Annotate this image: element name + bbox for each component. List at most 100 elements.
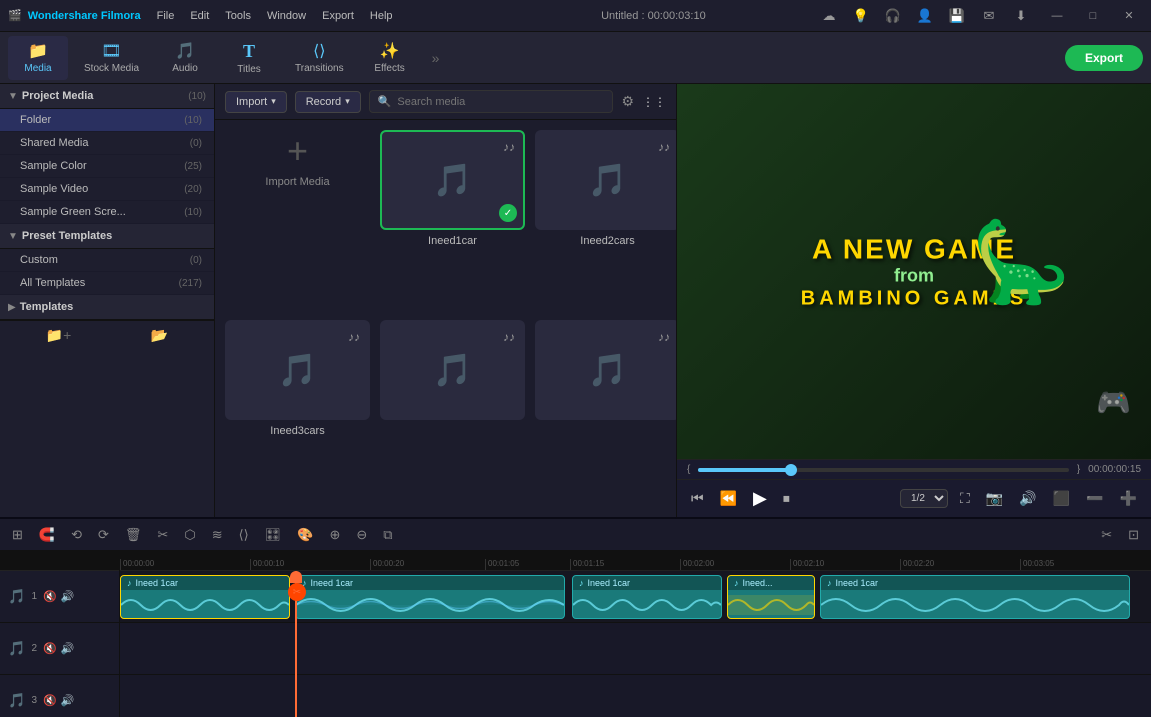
media-thumb-ineed1car[interactable]: ♪♪ 🎵 ✓ — [380, 130, 525, 230]
timeline-crop[interactable]: ⬡ — [180, 525, 199, 545]
track-volume-2[interactable]: 🔊 — [61, 642, 75, 655]
grid-view-icon[interactable]: ⋮⋮ — [642, 95, 666, 109]
zoom-out-icon[interactable]: ➖ — [1082, 488, 1107, 509]
tracks-area: ✂ ♪ Ineed 1car — [120, 571, 1151, 717]
add-folder-button[interactable]: 📁+ — [46, 327, 72, 344]
playhead[interactable]: ✂ — [295, 571, 297, 717]
timeline-transition[interactable]: ⟨⟩ — [235, 525, 253, 545]
prev-frame-button[interactable]: ⏮ — [687, 488, 708, 509]
progress-bar[interactable] — [698, 468, 1068, 472]
toolbar-audio[interactable]: 🎵 Audio — [155, 36, 215, 80]
media-thumb-4[interactable]: ♪♪ 🎵 — [380, 320, 525, 420]
import-button[interactable]: Import ▾ — [225, 91, 287, 113]
project-media-section: ▼ Project Media (10) Folder (10) Shared … — [0, 84, 214, 224]
clip-wave-1 — [121, 590, 289, 619]
audio-clip-4[interactable]: ♪ Ineed... — [727, 575, 815, 619]
toolbar-effects[interactable]: ✨ Effects — [360, 36, 420, 80]
timeline-audio-mixer[interactable]: 🎛 — [261, 525, 286, 545]
menu-file[interactable]: File — [157, 10, 175, 22]
mail-icon[interactable]: ✉ — [979, 6, 999, 26]
menu-help[interactable]: Help — [370, 10, 393, 22]
timeline-scissors-tool[interactable]: ✂ — [1097, 525, 1116, 545]
menu-tools[interactable]: Tools — [225, 10, 251, 22]
audio-clip-3[interactable]: ♪ Ineed 1car — [572, 575, 722, 619]
account-icon[interactable]: 👤 — [915, 6, 935, 26]
timeline-add-track[interactable]: ⊞ — [8, 525, 27, 545]
clip-name-3: Ineed 1car — [588, 578, 631, 588]
timeline-fit[interactable]: ⧉ — [379, 525, 396, 545]
bulb-icon[interactable]: 💡 — [851, 6, 871, 26]
track-mute-3[interactable]: 🔇 — [43, 694, 57, 707]
track-mute-1[interactable]: 🔇 — [43, 590, 57, 603]
maximize-button[interactable]: □ — [1079, 6, 1107, 26]
render-icon[interactable]: ⬛ — [1049, 488, 1074, 509]
volume-icon[interactable]: 🔊 — [1015, 488, 1040, 509]
templates-header[interactable]: ▶ Templates — [0, 295, 214, 320]
filter-icon[interactable]: ⚙ — [621, 93, 634, 110]
panel-item-all-templates[interactable]: All Templates (217) — [0, 272, 214, 295]
folder-icon[interactable]: 📂 — [151, 327, 168, 344]
project-media-header[interactable]: ▼ Project Media (10) — [0, 84, 214, 109]
panel-item-sample-color[interactable]: Sample Color (25) — [0, 155, 214, 178]
track-icons-1: 🔇 🔊 — [43, 590, 74, 603]
audio-clip-1[interactable]: ♪ Ineed 1car — [120, 575, 290, 619]
timeline-redo[interactable]: ⟳ — [94, 525, 113, 545]
timeline-zoom-in[interactable]: ⊕ — [325, 525, 344, 545]
track-mute-2[interactable]: 🔇 — [43, 642, 57, 655]
search-icon: 🔍 — [378, 95, 392, 108]
panel-item-sample-video[interactable]: Sample Video (20) — [0, 178, 214, 201]
audio-clip-2[interactable]: ♪ Ineed 1car — [295, 575, 565, 619]
back-button[interactable]: ⏪ — [716, 488, 741, 509]
media-thumb-ineed3cars[interactable]: ♪♪ 🎵 — [225, 320, 370, 420]
download-icon[interactable]: ⬇ — [1011, 6, 1031, 26]
panel-item-sample-green[interactable]: Sample Green Scre... (10) — [0, 201, 214, 224]
media-thumb-ineed2cars[interactable]: ♪♪ 🎵 — [535, 130, 676, 230]
timeline-snap[interactable]: 🧲 — [35, 525, 59, 545]
save-icon[interactable]: 💾 — [947, 6, 967, 26]
snapshot-icon[interactable]: 📷 — [982, 488, 1007, 509]
preset-templates-header[interactable]: ▼ Preset Templates — [0, 224, 214, 249]
timeline-split[interactable]: ≋ — [208, 525, 227, 545]
panel-item-folder[interactable]: Folder (10) — [0, 109, 214, 132]
track-volume-3[interactable]: 🔊 — [61, 694, 75, 707]
all-templates-label: All Templates — [20, 277, 179, 289]
toolbar-titles[interactable]: T Titles — [219, 36, 279, 80]
play-button[interactable]: ▶ — [749, 486, 771, 511]
templates-section: ▶ Templates — [0, 295, 214, 320]
track-volume-1[interactable]: 🔊 — [61, 590, 75, 603]
export-button[interactable]: Export — [1065, 45, 1143, 71]
menu-window[interactable]: Window — [267, 10, 306, 22]
timeline-extra-tool[interactable]: ⊡ — [1124, 525, 1143, 545]
stop-button[interactable]: ⏹ — [779, 488, 794, 509]
music-note-icon-3: ♪♪ — [348, 330, 360, 344]
fullscreen-icon[interactable]: ⛶ — [956, 488, 974, 509]
audio-clip-5[interactable]: ♪ Ineed 1car — [820, 575, 1130, 619]
speed-selector[interactable]: 1/2 1/4 1/2 1 — [900, 489, 948, 508]
timeline-undo[interactable]: ⟲ — [67, 525, 86, 545]
minimize-button[interactable]: — — [1043, 6, 1071, 26]
clip-music-icon-1: ♪ — [127, 578, 132, 588]
timeline-delete[interactable]: 🗑 — [121, 525, 146, 545]
toolbar-media[interactable]: 📁 Media — [8, 36, 68, 80]
toolbar-transitions[interactable]: ⟨⟩ Transitions — [283, 36, 356, 80]
toolbar-stock-media[interactable]: 🎞 Stock Media — [72, 36, 151, 80]
cloud-icon[interactable]: ☁ — [819, 6, 839, 26]
timeline-zoom-out[interactable]: ⊖ — [352, 525, 371, 545]
import-media-button[interactable]: + Import Media — [265, 130, 329, 188]
zoom-in-icon[interactable]: ➕ — [1116, 488, 1141, 509]
record-button[interactable]: Record ▾ — [295, 91, 361, 113]
search-box[interactable]: 🔍 — [369, 90, 614, 113]
panel-item-custom[interactable]: Custom (0) — [0, 249, 214, 272]
panel-item-shared-media[interactable]: Shared Media (0) — [0, 132, 214, 155]
menu-edit[interactable]: Edit — [190, 10, 209, 22]
menu-export[interactable]: Export — [322, 10, 354, 22]
toolbar-more[interactable]: » — [424, 50, 448, 66]
headphone-icon[interactable]: 🎧 — [883, 6, 903, 26]
timeline: ⊞ 🧲 ⟲ ⟳ 🗑 ✂ ⬡ ≋ ⟨⟩ 🎛 🎨 ⊕ ⊖ ⧉ ✂ ⊡ 🎵 1 🔇 🔊 — [0, 517, 1151, 717]
track-label-3: 🎵 3 🔇 🔊 — [0, 675, 119, 717]
timeline-cut[interactable]: ✂ — [153, 525, 172, 545]
media-thumb-5[interactable]: ♪♪ 🎵 — [535, 320, 676, 420]
timeline-color[interactable]: 🎨 — [293, 525, 317, 545]
search-input[interactable] — [397, 96, 604, 108]
close-button[interactable]: ✕ — [1115, 6, 1143, 26]
